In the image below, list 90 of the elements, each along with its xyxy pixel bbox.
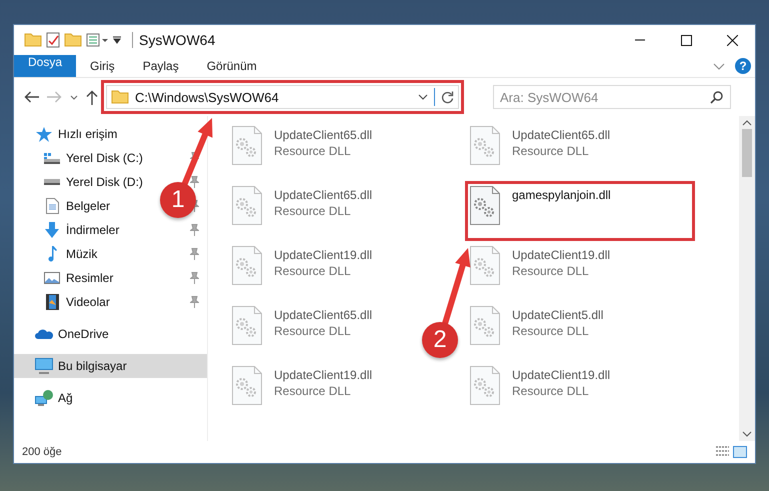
file-name: UpdateClient5.dll: [512, 308, 604, 322]
item-count: 200 öğe: [22, 446, 62, 458]
refresh-icon[interactable]: [441, 90, 454, 104]
dll-file-icon: [470, 306, 500, 345]
minimize-icon: [635, 39, 645, 41]
file-type: Resource DLL: [512, 264, 590, 278]
file-type: Resource DLL: [274, 324, 352, 338]
sidebar-item[interactable]: Müzik: [42, 242, 102, 266]
sidebar-item[interactable]: Yerel Disk (C:): [42, 146, 147, 170]
dll-file-icon: [470, 246, 500, 285]
download-arrow-icon: [45, 222, 59, 238]
file-menu-tab[interactable]: Dosya: [14, 55, 76, 77]
scroll-up-icon: [742, 120, 752, 126]
dll-file-icon: [232, 366, 262, 405]
file-name: UpdateClient19.dll: [274, 248, 372, 262]
ribbon-tab[interactable]: Görünüm: [192, 55, 271, 77]
recent-caret-icon[interactable]: [70, 94, 78, 100]
file-name: UpdateClient65.dll: [274, 308, 372, 322]
file-type: Resource DLL: [274, 264, 352, 278]
file-type: Resource DLL: [274, 384, 352, 398]
list-view-icon[interactable]: [86, 33, 108, 47]
dll-file-icon: [470, 366, 500, 405]
dll-file-icon: [232, 246, 262, 285]
file-type: Resource DLL: [512, 324, 590, 338]
address-path: C:\Windows\SysWOW64: [135, 90, 280, 104]
ribbon-tab[interactable]: Giriş: [76, 55, 129, 77]
sidebar-item[interactable]: Hızlı erişim: [34, 122, 122, 146]
close-icon: [726, 34, 738, 46]
file-item[interactable]: UpdateClient19.dll Resource DLL: [470, 366, 610, 426]
window-title: SysWOW64: [132, 32, 216, 48]
sidebar-item[interactable]: Yerel Disk (D:): [42, 170, 147, 194]
music-note-icon: [48, 246, 56, 262]
file-name: UpdateClient65.dll: [274, 128, 372, 142]
file-type: Resource DLL: [274, 204, 352, 218]
dll-file-icon: [470, 186, 500, 225]
file-item[interactable]: UpdateClient65.dll Resource DLL: [232, 186, 372, 246]
folder-icon: [111, 90, 129, 104]
file-item[interactable]: UpdateClient65.dll Resource DLL: [232, 126, 372, 186]
file-item[interactable]: UpdateClient65.dll Resource DLL: [232, 306, 372, 366]
ribbon-tab[interactable]: Paylaş: [128, 55, 193, 77]
file-item[interactable]: UpdateClient19.dll Resource DLL: [232, 366, 372, 426]
details-view-icon[interactable]: [716, 446, 729, 456]
film-icon: [46, 294, 58, 310]
search-icon: [710, 91, 723, 104]
folder-icon: [24, 33, 42, 47]
sidebar-item[interactable]: OneDrive: [34, 322, 113, 346]
star-icon: [36, 126, 52, 142]
file-item[interactable]: gamespylanjoin.dll: [470, 186, 690, 236]
dll-file-icon: [232, 306, 262, 345]
file-name: UpdateClient19.dll: [512, 368, 610, 382]
picture-icon: [44, 272, 60, 284]
drive-icon: [44, 179, 60, 185]
file-type: Resource DLL: [512, 384, 590, 398]
cloud-icon: [35, 329, 53, 339]
file-item[interactable]: UpdateClient19.dll Resource DLL: [470, 246, 610, 306]
file-name: gamespylanjoin.dll: [512, 188, 611, 202]
dll-file-icon: [232, 126, 262, 165]
expand-chevron-icon[interactable]: [713, 62, 725, 70]
file-item[interactable]: UpdateClient65.dll Resource DLL: [470, 126, 610, 186]
up-arrow-icon[interactable]: [86, 90, 98, 104]
help-button[interactable]: ?: [735, 58, 751, 74]
customize-caret-icon[interactable]: [112, 36, 122, 44]
search-field[interactable]: Ara: SysWOW64: [493, 85, 731, 109]
document-icon: [46, 198, 58, 214]
drive-icon: [44, 152, 60, 164]
scroll-down-icon: [742, 431, 752, 437]
file-name: UpdateClient65.dll: [512, 128, 610, 142]
file-item[interactable]: UpdateClient5.dll Resource DLL: [470, 306, 604, 366]
dropdown-caret-icon[interactable]: [418, 94, 428, 100]
computer-icon: [35, 358, 53, 374]
sidebar-item[interactable]: Bu bilgisayar: [14, 354, 207, 378]
back-arrow-icon[interactable]: [24, 91, 39, 103]
sidebar-item[interactable]: İndirmeler: [42, 218, 124, 242]
sidebar-item[interactable]: Resimler: [42, 266, 118, 290]
file-item[interactable]: UpdateClient19.dll Resource DLL: [232, 246, 372, 306]
file-type: Resource DLL: [512, 144, 590, 158]
maximize-icon: [680, 34, 692, 46]
properties-icon[interactable]: [46, 32, 60, 48]
vertical-scrollbar[interactable]: [739, 116, 755, 441]
network-icon: [35, 390, 53, 406]
file-type: Resource DLL: [274, 144, 352, 158]
dll-file-icon: [232, 186, 262, 225]
dll-file-icon: [470, 126, 500, 165]
scrollbar-thumb[interactable]: [742, 129, 752, 177]
file-name: UpdateClient19.dll: [274, 368, 372, 382]
sidebar-item[interactable]: Ağ: [34, 386, 77, 410]
sidebar-item[interactable]: Videolar: [42, 290, 114, 314]
file-name: UpdateClient19.dll: [512, 248, 610, 262]
sidebar-item[interactable]: Belgeler: [42, 194, 114, 218]
file-name: UpdateClient65.dll: [274, 188, 372, 202]
